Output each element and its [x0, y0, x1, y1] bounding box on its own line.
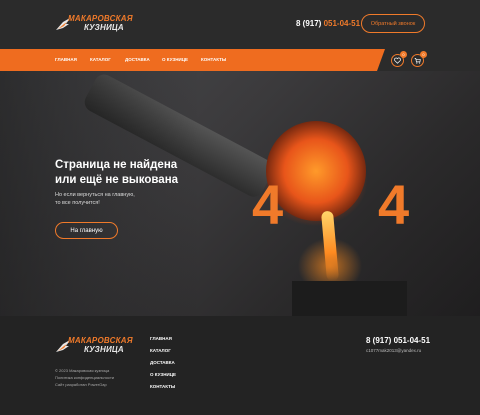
- nav-item-contacts[interactable]: Контакты: [201, 57, 226, 62]
- page-title: Страница не найдена или ещё не выкована: [55, 158, 245, 188]
- footer-nav-delivery[interactable]: Доставка: [150, 360, 175, 365]
- logo-text: Макаровская кузница: [68, 14, 133, 32]
- privacy-policy-link[interactable]: Политика конфиденциальности: [55, 374, 114, 381]
- subtitle-line1: Но если вернуться на главную,: [55, 192, 135, 198]
- phone-number: 051-04-51: [323, 19, 361, 28]
- main-nav: Главная Каталог Доставка О кузнице Конта…: [0, 49, 480, 71]
- footer-nav-about[interactable]: О кузнице: [150, 372, 176, 377]
- cart-button[interactable]: 0: [411, 51, 427, 67]
- footer: Макаровская кузница © 2023 Макаровская к…: [0, 316, 480, 415]
- developer-link[interactable]: Сайт разработан PowerGap: [55, 381, 114, 388]
- favorites-button[interactable]: 0: [391, 51, 407, 67]
- nav-item-catalog[interactable]: Каталог: [90, 57, 111, 62]
- subtitle-line2: то все получится!: [55, 200, 100, 206]
- footer-logo-line2: кузница: [84, 345, 124, 354]
- cart-badge: 0: [420, 51, 427, 58]
- hero-section: Страница не найдена или ещё не выкована …: [0, 71, 480, 316]
- footer-email[interactable]: c1077mak2013@yandex.ru: [366, 348, 421, 353]
- logo-line2: кузница: [84, 23, 124, 32]
- copyright: © 2023 Макаровская кузница: [55, 368, 110, 373]
- header: Макаровская кузница 8 (917) 051-04-51 Об…: [0, 0, 480, 49]
- nav-icons-panel: 0 0: [377, 49, 480, 71]
- callback-button[interactable]: Обратный звонок: [361, 14, 425, 33]
- title-line1: Страница не найдена: [55, 159, 178, 171]
- molten-metal-stream: [320, 210, 340, 282]
- footer-nav-contacts[interactable]: Контакты: [150, 384, 175, 389]
- favorites-badge: 0: [400, 51, 407, 58]
- footer-logo[interactable]: Макаровская кузница: [55, 336, 133, 356]
- header-phone[interactable]: 8 (917) 051-04-51: [296, 19, 360, 28]
- nav-item-about[interactable]: О кузнице: [162, 57, 188, 62]
- heart-icon: [394, 57, 401, 64]
- footer-nav-home[interactable]: Главная: [150, 336, 172, 341]
- nav-item-delivery[interactable]: Доставка: [125, 57, 150, 62]
- logo[interactable]: Макаровская кузница: [55, 14, 133, 34]
- error-code-digit-1: 4: [252, 173, 284, 236]
- title-line2: или ещё не выкована: [55, 174, 179, 186]
- footer-info: © 2023 Макаровская кузница Политика конф…: [55, 367, 114, 388]
- home-button[interactable]: На главную: [55, 222, 118, 239]
- page-subtitle: Но если вернуться на главную, то все пол…: [55, 191, 195, 207]
- error-code-digit-2: 4: [378, 173, 410, 236]
- phone-prefix: 8 (917): [296, 19, 324, 28]
- nav-item-home[interactable]: Главная: [55, 57, 77, 62]
- footer-logo-text: Макаровская кузница: [68, 336, 133, 354]
- footer-logo-line1: Макаровская: [68, 336, 133, 345]
- footer-phone[interactable]: 8 (917) 051-04-51: [366, 336, 430, 345]
- cart-icon: [414, 58, 421, 64]
- logo-line1: Макаровская: [68, 14, 133, 23]
- mold-illustration: [292, 281, 407, 316]
- footer-nav-catalog[interactable]: Каталог: [150, 348, 171, 353]
